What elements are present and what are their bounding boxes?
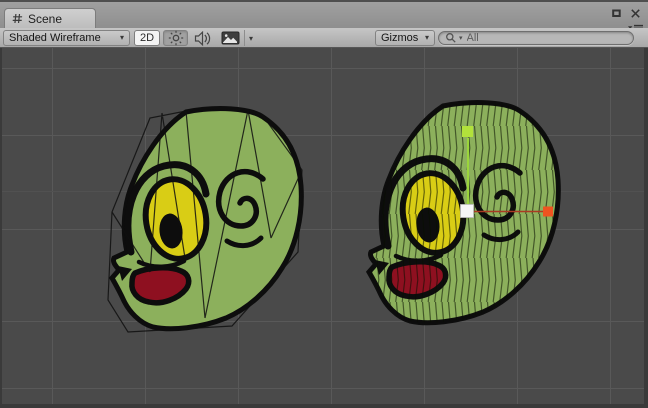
chevron-down-icon: ▾ <box>425 34 429 42</box>
draw-mode-dropdown[interactable]: Shaded Wireframe ▾ <box>3 30 130 46</box>
chevron-down-icon: ▾ <box>120 34 124 42</box>
gizmos-dropdown[interactable]: Gizmos ▾ <box>375 30 435 46</box>
sprite-skull-left[interactable] <box>108 109 302 332</box>
gizmo-y-handle[interactable] <box>462 126 473 137</box>
sun-icon <box>168 30 184 46</box>
search-field: ▾ <box>438 31 634 45</box>
search-filter-caret[interactable]: ▾ <box>459 35 463 42</box>
speaker-icon <box>194 31 211 46</box>
tab-label: Scene <box>28 12 62 26</box>
close-icon[interactable] <box>630 8 641 19</box>
tab-scene[interactable]: Scene <box>4 8 96 28</box>
gizmo-center-handle[interactable] <box>461 205 474 218</box>
scene-viewport[interactable] <box>2 48 644 404</box>
image-icon <box>221 31 240 45</box>
tab-bar: Scene <box>0 0 648 28</box>
grid-icon <box>12 13 23 24</box>
search-input[interactable] <box>465 32 627 44</box>
lighting-toggle-button[interactable] <box>163 30 188 46</box>
gizmos-label: Gizmos <box>381 32 418 44</box>
magnifier-icon <box>445 32 457 44</box>
audio-toggle-button[interactable] <box>190 30 214 46</box>
effects-button[interactable] <box>216 30 244 46</box>
chevron-down-icon: ▾ <box>249 34 253 43</box>
restore-icon[interactable] <box>612 9 621 18</box>
scene-toolbar: Shaded Wireframe ▾ 2D ▾ <box>0 28 648 48</box>
2d-toggle-button[interactable]: 2D <box>134 30 160 46</box>
gizmo-x-handle[interactable] <box>543 207 553 217</box>
effects-dropdown-caret[interactable]: ▾ <box>244 30 257 46</box>
draw-mode-label: Shaded Wireframe <box>9 32 101 44</box>
